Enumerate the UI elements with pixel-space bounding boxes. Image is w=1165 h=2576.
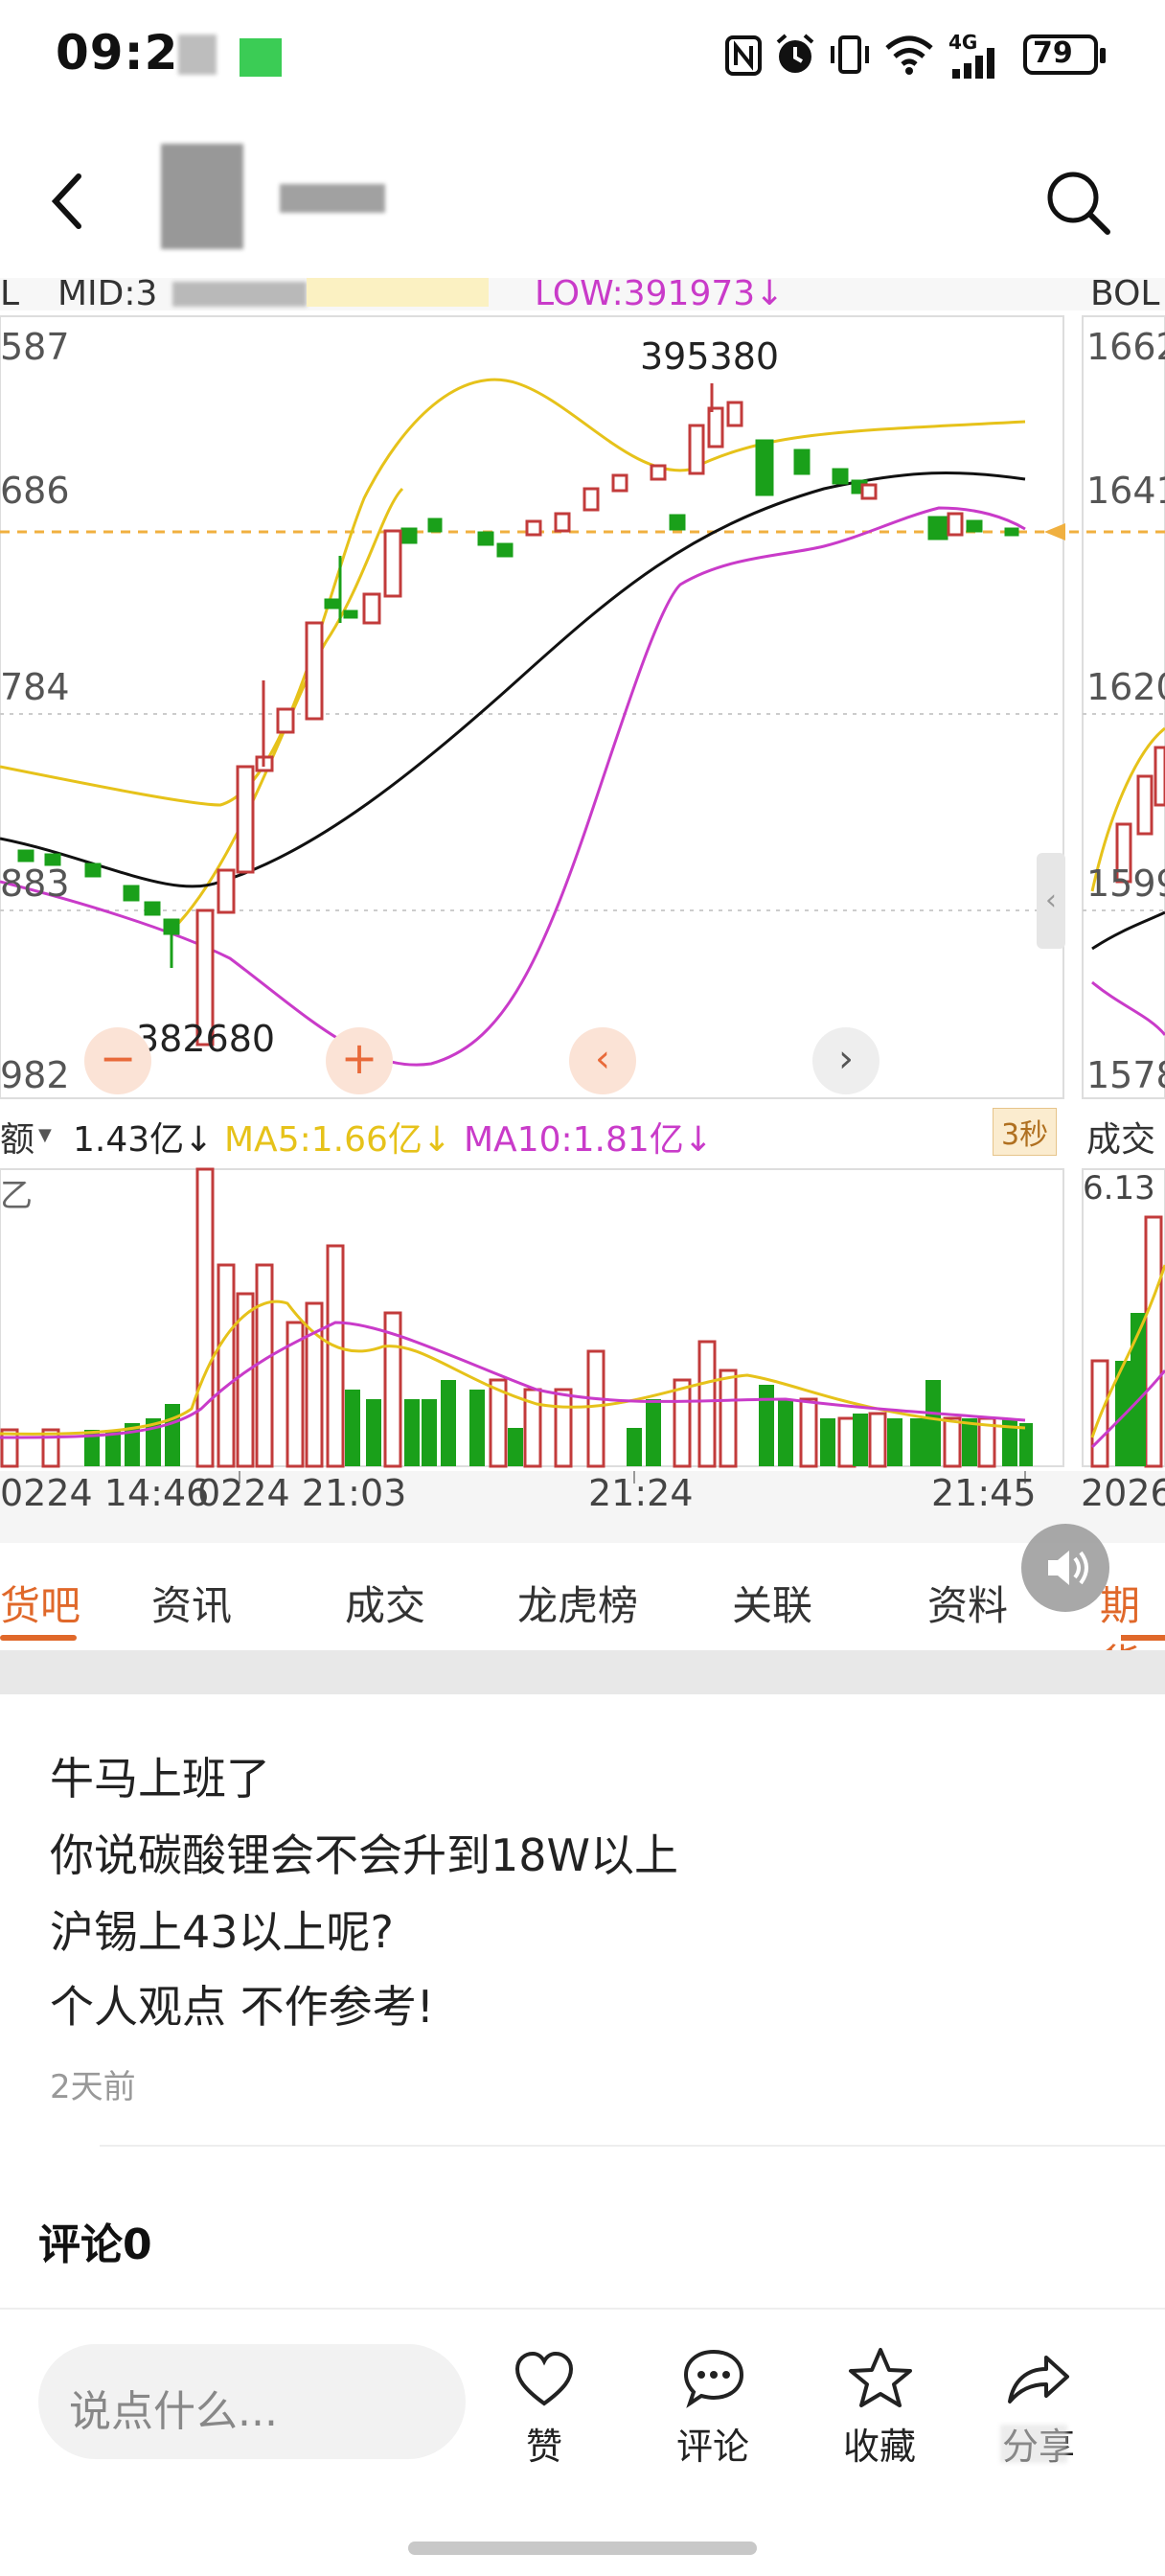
volume-selector[interactable]: 额 (0, 1112, 34, 1162)
tab-dragon-tiger[interactable]: 龙虎榜 (517, 1574, 638, 1632)
search-icon[interactable] (1044, 169, 1111, 236)
zoom-in-button[interactable]: + (326, 1027, 393, 1094)
right-volume-value: 6.13 (1083, 1169, 1155, 1208)
post-time: 2天前 (50, 2068, 136, 2106)
battery-tip (1100, 48, 1106, 63)
vibrate-icon (831, 35, 869, 74)
wifi-icon (885, 35, 933, 75)
tab-related[interactable]: 关联 (732, 1574, 812, 1632)
post-line: 个人观点 不作参考! (50, 1981, 435, 2033)
post-line: 沪锡上43以上呢? (50, 1906, 394, 1958)
price-tick: 982 (0, 1054, 70, 1096)
divider (100, 2145, 1165, 2147)
price-tick: 587 (0, 326, 70, 368)
home-indicator[interactable] (408, 2542, 757, 2555)
volume-legend: 额 ▼ 1.43亿↓ MA5:1.66亿↓ MA10:1.81亿↓ 3秒 (0, 1108, 1063, 1160)
tab-news[interactable]: 资讯 (151, 1574, 232, 1632)
kline-chart-area[interactable]: L MID:3 LOW:391973↓ BOL 587 686 784 883 … (0, 274, 1165, 1543)
tab-forum[interactable]: 货吧 (0, 1574, 80, 1632)
post-line: 你说碳酸锂会不会升到18W以上 (50, 1829, 679, 1881)
right-price-tick: 1641 (1086, 470, 1165, 512)
refresh-interval-badge[interactable]: 3秒 (993, 1108, 1058, 1156)
header (0, 105, 1165, 288)
volume-ma10: MA10:1.81亿↓ (464, 1120, 713, 1160)
status-time: 09:2 (56, 25, 179, 80)
zoom-out-button[interactable]: − (84, 1027, 151, 1094)
blurred-share-label (1000, 2425, 1067, 2463)
signal-icon (952, 48, 994, 79)
right-time-tick: 2026 (1081, 1472, 1165, 1514)
low-annotation: 382680 (136, 1018, 276, 1060)
comment-label[interactable]: 评论 (655, 2417, 770, 2470)
chevron-down-icon[interactable]: ▼ (38, 1125, 52, 1145)
right-price-tick: 1599 (1086, 862, 1165, 905)
comment-input[interactable]: 说点什么... (38, 2344, 466, 2459)
blurred-time-digits (178, 34, 217, 75)
kline-svg (0, 315, 1165, 1543)
like-label[interactable]: 赞 (487, 2417, 602, 2470)
nfc-icon (725, 35, 762, 76)
expand-handle[interactable]: ‹ (1037, 853, 1065, 949)
blurred-indicator (172, 282, 307, 307)
tab-trades[interactable]: 成交 (345, 1574, 425, 1632)
tab-profile[interactable]: 资料 (927, 1574, 1008, 1632)
post-line: 牛马上班了 (50, 1753, 270, 1805)
alarm-icon (776, 34, 814, 73)
avatar[interactable] (161, 144, 243, 249)
section-divider (0, 1650, 1165, 1694)
comments-title: 评论0 (38, 2220, 152, 2269)
green-indicator (240, 38, 282, 77)
active-tab-indicator (0, 1635, 77, 1641)
bottom-action-bar: 说点什么... 赞 评论 收藏 分享 (0, 2308, 1165, 2501)
right-price-tick: 1662 (1086, 326, 1165, 368)
blurred-upper-value (307, 278, 489, 307)
post-content: 牛马上班了 你说碳酸锂会不会升到18W以上 沪锡上43以上呢? 个人观点 不作参… (0, 1694, 1165, 2308)
right-volume-label: 成交 (1086, 1120, 1156, 1160)
speaker-icon (1048, 1551, 1088, 1585)
price-tick: 883 (0, 862, 70, 905)
battery-level: 79 (1033, 36, 1073, 70)
price-tick: 686 (0, 470, 70, 512)
heart-icon[interactable] (514, 2350, 575, 2407)
star-icon[interactable] (847, 2346, 914, 2409)
volume-axis-label: 乙 (0, 1177, 33, 1215)
price-tick: 784 (0, 666, 70, 708)
comment-input-placeholder: 说点什么... (69, 2387, 278, 2436)
time-tick: 21:24 (588, 1472, 694, 1514)
comment-icon[interactable] (682, 2348, 745, 2409)
time-tick: 0224 14:46 (0, 1472, 210, 1514)
right-price-tick: 1578 (1086, 1054, 1165, 1096)
username (280, 184, 385, 213)
volume-value: 1.43亿↓ (73, 1120, 214, 1160)
tab-scroll-indicator (1121, 1635, 1165, 1641)
time-tick: 21:45 (931, 1472, 1037, 1514)
favorite-label[interactable]: 收藏 (822, 2417, 937, 2470)
status-bar: 09:2 4G 79 (0, 0, 1165, 105)
scroll-right-button[interactable]: › (812, 1027, 879, 1094)
time-tick: 0224 21:03 (197, 1472, 407, 1514)
share-icon[interactable] (1004, 2352, 1071, 2405)
scroll-left-button[interactable]: ‹ (569, 1027, 636, 1094)
high-annotation: 395380 (640, 335, 780, 378)
volume-ma5: MA5:1.66亿↓ (224, 1120, 452, 1160)
right-price-tick: 1620 (1086, 666, 1165, 708)
chevron-left-icon[interactable] (48, 171, 86, 232)
speaker-button[interactable] (1021, 1524, 1109, 1612)
